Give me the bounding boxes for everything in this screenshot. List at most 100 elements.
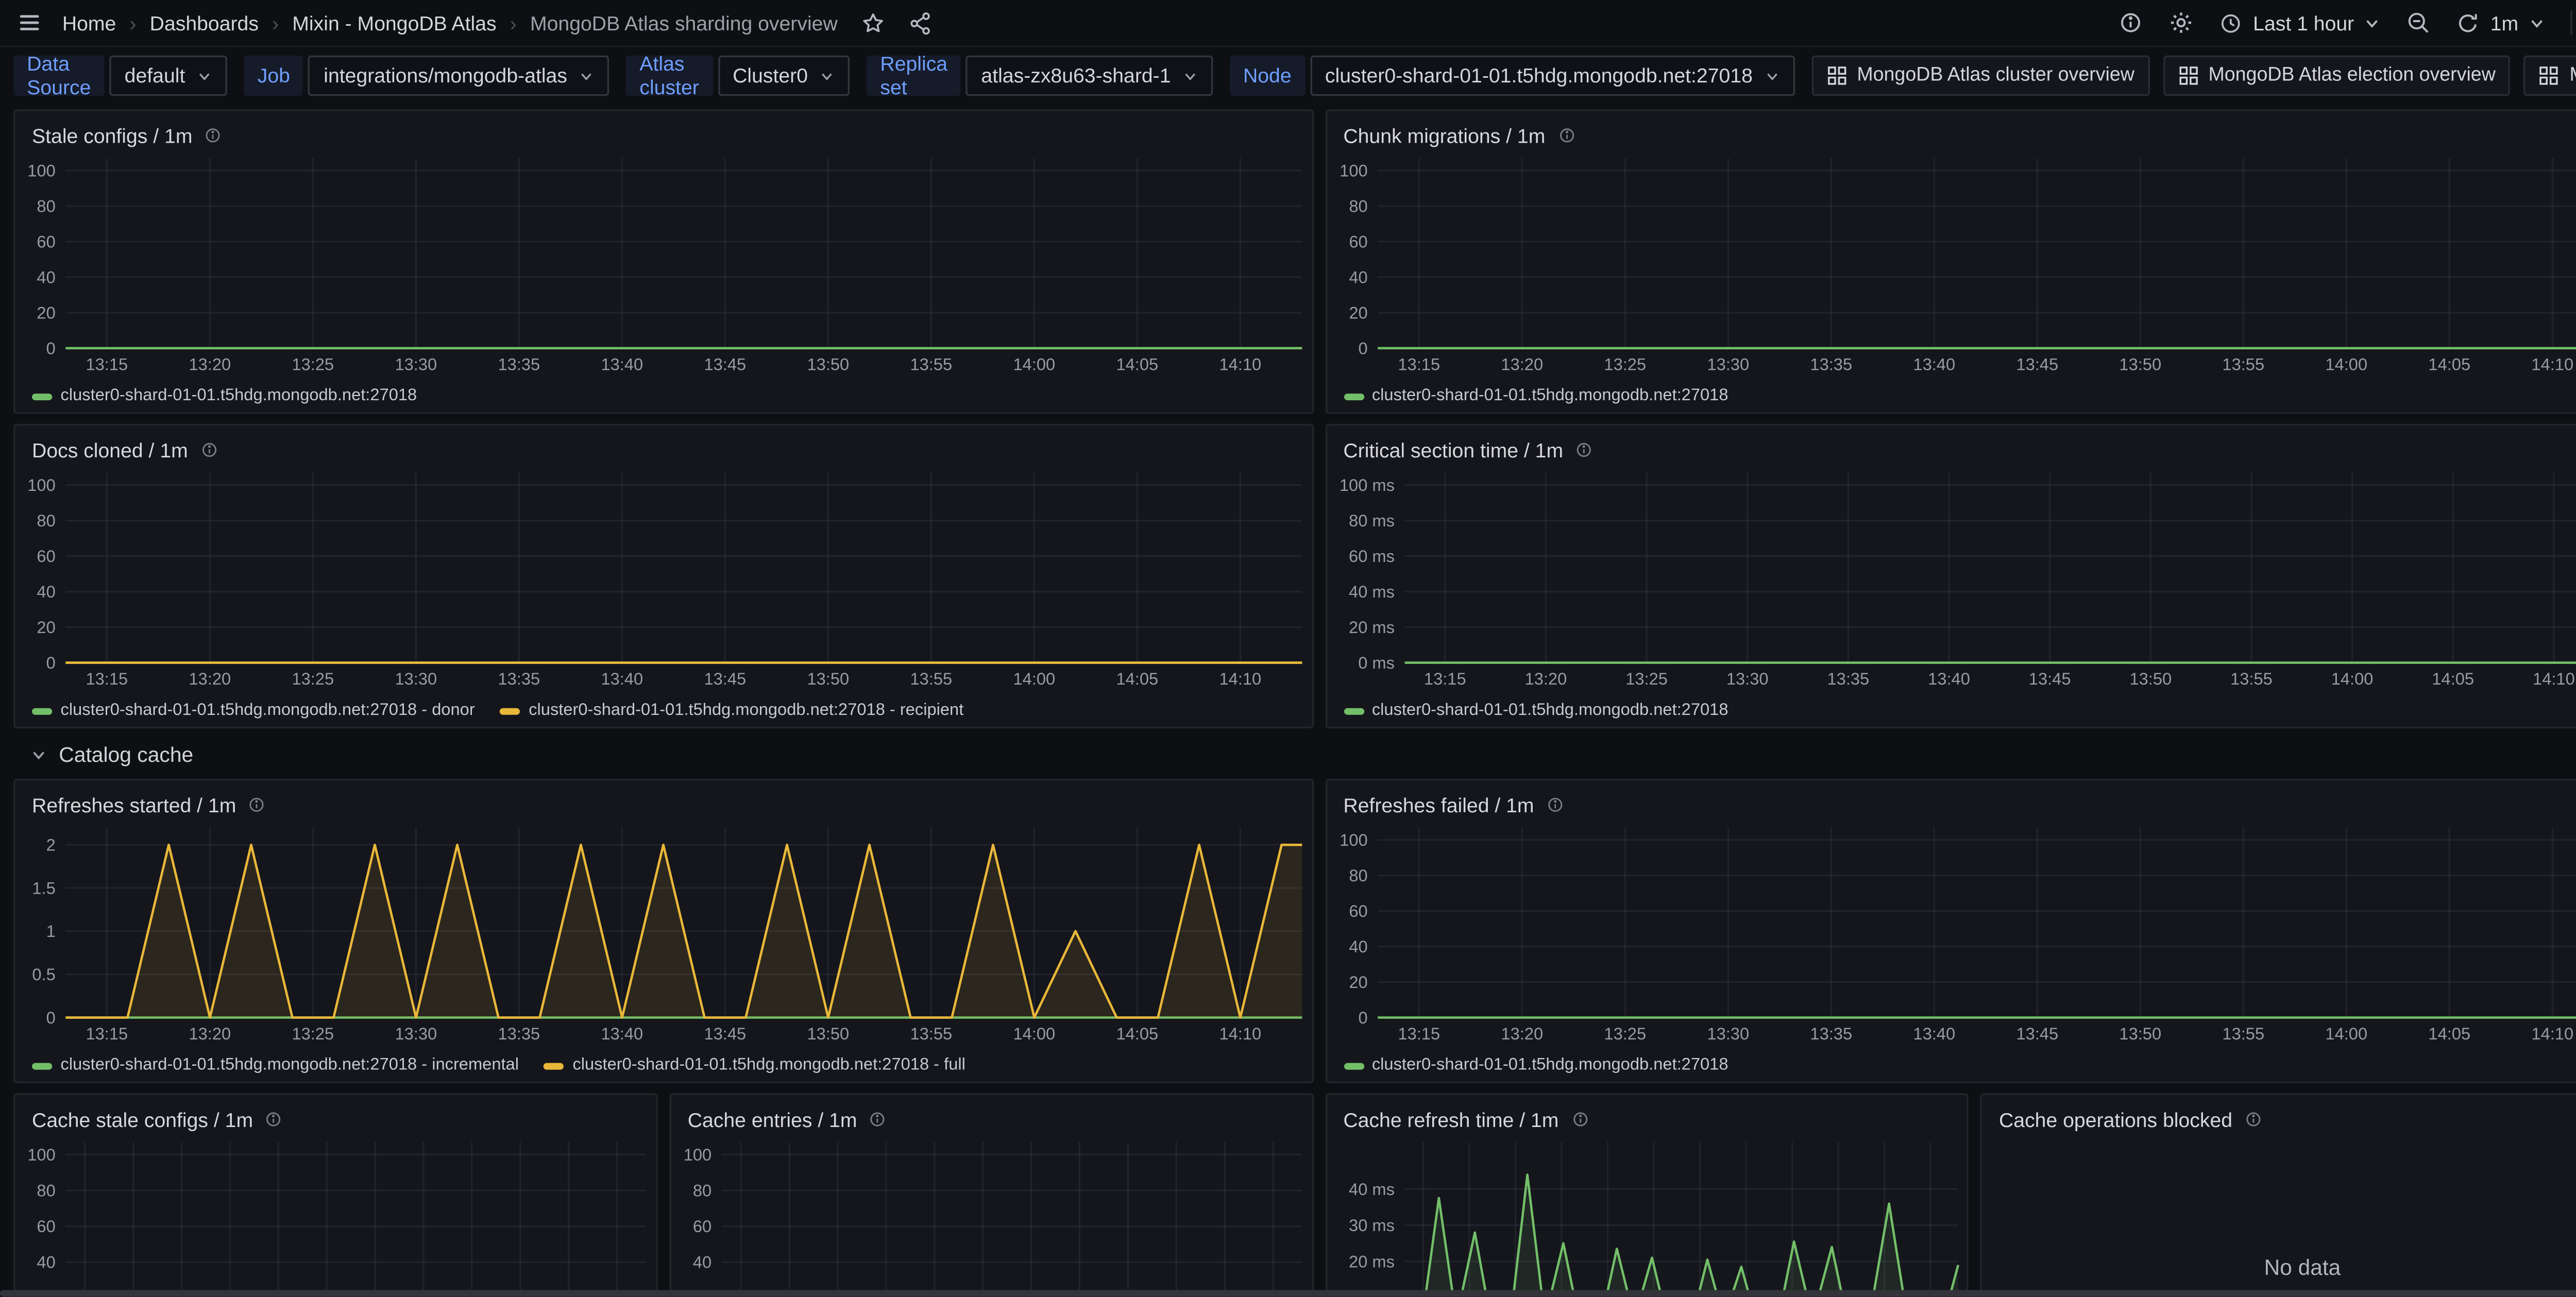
svg-text:14:10: 14:10 [2531, 1024, 2573, 1043]
variable-label[interactable]: Atlas cluster [626, 56, 713, 96]
chart-legend: cluster0-shard-01-01.t5hdg.mongodb.net:2… [15, 379, 1311, 412]
svg-text:14:10: 14:10 [1219, 1024, 1261, 1043]
legend-item[interactable]: cluster0-shard-01-01.t5hdg.mongodb.net:2… [1343, 1050, 1728, 1082]
time-range-picker[interactable]: Last 1 hour [2219, 11, 2381, 35]
svg-text:100: 100 [683, 1145, 711, 1164]
time-series-chart[interactable]: 13:1513:2013:2513:3013:3513:4013:4513:50… [1327, 1135, 1967, 1296]
panel-title[interactable]: Chunk migrations / 1m [1343, 124, 1545, 147]
chevron-down-icon [197, 68, 212, 83]
time-series-chart[interactable]: 13:1513:2013:2513:3013:3513:4013:4513:50… [15, 466, 1311, 693]
panel-title[interactable]: Cache operations blocked [1999, 1107, 2232, 1131]
svg-text:0: 0 [46, 1008, 56, 1027]
svg-text:13:40: 13:40 [601, 1024, 643, 1043]
link-operations-overview[interactable]: MongoDB Atlas operations overview [2524, 56, 2576, 96]
svg-text:13:25: 13:25 [1603, 1024, 1646, 1043]
star-icon[interactable] [861, 11, 885, 35]
svg-text:13:45: 13:45 [704, 669, 747, 688]
info-icon[interactable] [1570, 1110, 1589, 1129]
info-icon[interactable] [1546, 795, 1564, 814]
node-select[interactable]: cluster0-shard-01-01.t5hdg.mongodb.net:2… [1310, 56, 1795, 96]
data-source-select[interactable]: default [109, 56, 227, 96]
refresh-icon [2456, 11, 2480, 35]
legend-item[interactable]: cluster0-shard-01-01.t5hdg.mongodb.net:2… [544, 1050, 965, 1082]
time-series-chart[interactable]: 13:1513:2013:2513:3013:3513:4013:4513:50… [15, 821, 1311, 1048]
time-series-chart[interactable]: 13:1513:2013:2513:3013:3513:4013:4513:50… [15, 1135, 655, 1296]
dashboard-insights-icon[interactable] [2119, 10, 2144, 36]
dashboard-settings-icon[interactable] [2169, 10, 2194, 36]
horizontal-scrollbar[interactable] [0, 1290, 2576, 1296]
panel-title[interactable]: Cache stale configs / 1m [32, 1107, 253, 1131]
svg-text:40 ms: 40 ms [1348, 1180, 1394, 1199]
breadcrumb-folder[interactable]: Mixin - MongoDB Atlas [292, 11, 496, 35]
legend-item[interactable]: cluster0-shard-01-01.t5hdg.mongodb.net:2… [1343, 695, 1728, 727]
share-icon[interactable] [908, 11, 932, 35]
time-series-chart[interactable]: 13:1513:2013:2513:3013:3513:4013:4513:50… [15, 151, 1311, 379]
link-election-overview[interactable]: MongoDB Atlas election overview [2163, 56, 2511, 96]
svg-text:14:00: 14:00 [2325, 354, 2367, 373]
info-icon[interactable] [2244, 1110, 2263, 1129]
breadcrumb-dashboards[interactable]: Dashboards [150, 11, 259, 35]
variable-label[interactable]: Data Source [13, 56, 104, 96]
legend-item[interactable]: cluster0-shard-01-01.t5hdg.mongodb.net:2… [32, 380, 417, 412]
chevron-down-icon [820, 68, 835, 83]
chart-legend: cluster0-shard-01-01.t5hdg.mongodb.net:2… [1327, 1048, 2576, 1081]
panel-title[interactable]: Refreshes started / 1m [32, 793, 236, 817]
job-select[interactable]: integrations/mongodb-atlas [309, 56, 609, 96]
panel-title[interactable]: Cache refresh time / 1m [1343, 1107, 1558, 1131]
svg-text:100: 100 [1339, 830, 1367, 849]
no-data-message: No data [1982, 1135, 2576, 1296]
info-icon[interactable] [204, 126, 223, 145]
info-icon[interactable] [200, 441, 218, 459]
panel-refreshes-started: Refreshes started / 1m 13:1513:2013:2513… [13, 779, 1313, 1083]
svg-text:1.5: 1.5 [32, 878, 55, 897]
time-series-chart[interactable]: 13:1513:2013:2513:3013:3513:4013:4513:50… [671, 1135, 1311, 1296]
replica-set-select[interactable]: atlas-zx8u63-shard-1 [966, 56, 1213, 96]
svg-text:13:50: 13:50 [2119, 1024, 2161, 1043]
svg-text:60: 60 [1348, 232, 1367, 251]
time-series-chart[interactable]: 13:1513:2013:2513:3013:3513:4013:4513:50… [1327, 466, 2576, 693]
svg-text:14:05: 14:05 [2428, 1024, 2470, 1043]
svg-text:14:10: 14:10 [1219, 669, 1261, 688]
panel-title[interactable]: Critical section time / 1m [1343, 438, 1563, 462]
variable-label[interactable]: Node [1230, 56, 1305, 96]
svg-text:60: 60 [1348, 901, 1367, 920]
menu-icon[interactable] [17, 10, 42, 36]
variable-label[interactable]: Job [244, 56, 303, 96]
breadcrumb-home[interactable]: Home [62, 11, 116, 35]
svg-text:13:40: 13:40 [1912, 1024, 1955, 1043]
row-catalog-cache[interactable]: Catalog cache [30, 742, 2576, 769]
svg-text:14:00: 14:00 [1013, 1024, 1055, 1043]
info-icon[interactable] [265, 1110, 283, 1129]
variable-label[interactable]: Replica set [867, 56, 961, 96]
svg-text:13:55: 13:55 [2222, 354, 2264, 373]
svg-text:13:45: 13:45 [2028, 669, 2070, 688]
svg-text:13:30: 13:30 [395, 354, 437, 373]
legend-item[interactable]: cluster0-shard-01-01.t5hdg.mongodb.net:2… [500, 695, 964, 727]
atlas-cluster-select[interactable]: Cluster0 [718, 56, 850, 96]
chart-legend: cluster0-shard-01-01.t5hdg.mongodb.net:2… [15, 693, 1311, 726]
panel-title[interactable]: Cache entries / 1m [688, 1107, 857, 1131]
panel-title[interactable]: Docs cloned / 1m [32, 438, 188, 462]
legend-item[interactable]: cluster0-shard-01-01.t5hdg.mongodb.net:2… [32, 695, 475, 727]
refresh-picker[interactable]: 1m [2456, 11, 2545, 35]
link-cluster-overview[interactable]: MongoDB Atlas cluster overview [1811, 56, 2149, 96]
svg-text:13:20: 13:20 [189, 669, 231, 688]
zoom-out-icon[interactable] [2406, 10, 2431, 36]
legend-item[interactable]: cluster0-shard-01-01.t5hdg.mongodb.net:2… [32, 1050, 519, 1082]
chart-legend: cluster0-shard-01-01.t5hdg.mongodb.net:2… [1327, 379, 2576, 412]
legend-label: cluster0-shard-01-01.t5hdg.mongodb.net:2… [1372, 702, 1728, 720]
info-icon[interactable] [869, 1110, 887, 1129]
legend-swatch [32, 707, 52, 714]
svg-text:14:05: 14:05 [1116, 1024, 1158, 1043]
panel-title[interactable]: Refreshes failed / 1m [1343, 793, 1534, 817]
no-data-chart[interactable]: No data [1982, 1135, 2576, 1296]
time-series-chart[interactable]: 13:1513:2013:2513:3013:3513:4013:4513:50… [1327, 821, 2576, 1048]
info-icon[interactable] [248, 795, 266, 814]
panel-docs-cloned: Docs cloned / 1m 13:1513:2013:2513:3013:… [13, 424, 1313, 728]
time-series-chart[interactable]: 13:1513:2013:2513:3013:3513:4013:4513:50… [1327, 151, 2576, 379]
legend-item[interactable]: cluster0-shard-01-01.t5hdg.mongodb.net:2… [1343, 380, 1728, 412]
info-icon[interactable] [1557, 126, 1575, 145]
panel-title[interactable]: Stale configs / 1m [32, 124, 192, 147]
info-icon[interactable] [1575, 441, 1594, 459]
svg-text:13:35: 13:35 [1809, 354, 1852, 373]
